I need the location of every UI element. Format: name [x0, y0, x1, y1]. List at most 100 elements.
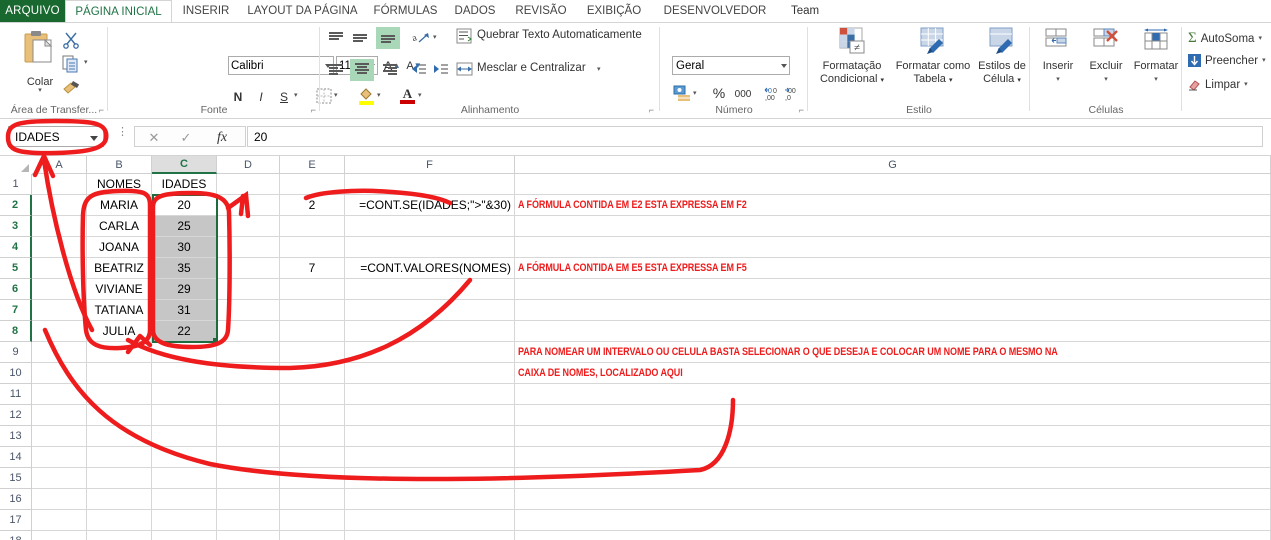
tab-desenvolvedor[interactable]: DESENVOLVEDOR: [655, 0, 775, 22]
cut-button[interactable]: [62, 31, 80, 54]
cell-styles-button[interactable]: Estilos de Célula ▾: [974, 27, 1030, 88]
cell-A2-empty[interactable]: [32, 195, 87, 216]
cell-A13-empty[interactable]: [32, 426, 87, 447]
cell-B6[interactable]: VIVIANE: [87, 279, 152, 300]
column-header-d[interactable]: D: [217, 156, 280, 174]
cell-C12-empty[interactable]: [152, 405, 217, 426]
chevron-down-icon[interactable]: [90, 136, 98, 141]
increase-decimal-button[interactable]: 0 0 ,00: [764, 85, 781, 106]
chevron-down-icon[interactable]: [781, 64, 787, 68]
clear-button[interactable]: Limpar ▾: [1188, 78, 1248, 91]
tab-layout-da-pagina[interactable]: LAYOUT DA PÁGINA: [240, 0, 365, 22]
cell-G18-empty[interactable]: [515, 531, 1271, 540]
cell-E2[interactable]: 2: [280, 195, 345, 216]
format-dropdown-caret[interactable]: ▾: [1154, 76, 1158, 83]
chevron-down-icon[interactable]: ▾: [1017, 77, 1021, 84]
cell-B17-empty[interactable]: [87, 510, 152, 531]
cell-G2[interactable]: A FÓRMULA CONTIDA EM E2 ESTA EXPRESSA EM…: [515, 195, 1271, 216]
cell-D15-empty[interactable]: [217, 468, 280, 489]
cell-E15-empty[interactable]: [280, 468, 345, 489]
cell-E1-empty[interactable]: [280, 174, 345, 195]
cell-A7-empty[interactable]: [32, 300, 87, 321]
cell-E17-empty[interactable]: [280, 510, 345, 531]
cell-F13-empty[interactable]: [345, 426, 515, 447]
cell-F11-empty[interactable]: [345, 384, 515, 405]
column-header-c[interactable]: C: [152, 156, 217, 174]
row-header-1[interactable]: 1: [0, 174, 32, 195]
row-header-6[interactable]: 6: [0, 279, 32, 300]
cell-D6-empty[interactable]: [217, 279, 280, 300]
cell-F2[interactable]: =CONT.SE(IDADES;">"&30): [345, 195, 515, 216]
cell-A14-empty[interactable]: [32, 447, 87, 468]
cell-D7-empty[interactable]: [217, 300, 280, 321]
cell-C3[interactable]: 25: [152, 216, 217, 237]
cell-A16-empty[interactable]: [32, 489, 87, 510]
cell-G16-empty[interactable]: [515, 489, 1271, 510]
cell-C1[interactable]: IDADES: [152, 174, 217, 195]
format-painter-button[interactable]: [62, 79, 82, 102]
decrease-indent-button[interactable]: [410, 62, 427, 82]
cell-E5[interactable]: 7: [280, 258, 345, 279]
cell-E14-empty[interactable]: [280, 447, 345, 468]
row-header-8[interactable]: 8: [0, 321, 32, 342]
cell-B12-empty[interactable]: [87, 405, 152, 426]
percent-style-button[interactable]: %: [710, 84, 728, 102]
row-header-9[interactable]: 9: [0, 342, 32, 363]
cell-F14-empty[interactable]: [345, 447, 515, 468]
currency-dropdown-caret[interactable]: ▾: [693, 90, 697, 97]
number-format-select[interactable]: Geral: [672, 56, 790, 75]
cancel-icon[interactable]: ✕: [141, 127, 167, 148]
cell-C8[interactable]: 22: [152, 321, 217, 342]
cell-G10[interactable]: CAIXA DE NOMES, LOCALIZADO AQUI: [515, 363, 1271, 384]
cell-F4-empty[interactable]: [345, 237, 515, 258]
cell-F7-empty[interactable]: [345, 300, 515, 321]
cell-G17-empty[interactable]: [515, 510, 1271, 531]
cell-A4-empty[interactable]: [32, 237, 87, 258]
cell-D17-empty[interactable]: [217, 510, 280, 531]
cell-D4-empty[interactable]: [217, 237, 280, 258]
cell-E7-empty[interactable]: [280, 300, 345, 321]
row-header-4[interactable]: 4: [0, 237, 32, 258]
cell-C2[interactable]: 20: [152, 195, 217, 216]
cell-E16-empty[interactable]: [280, 489, 345, 510]
align-bottom-button[interactable]: [376, 27, 400, 49]
cell-B14-empty[interactable]: [87, 447, 152, 468]
cell-B9-empty[interactable]: [87, 342, 152, 363]
cell-B5[interactable]: BEATRIZ: [87, 258, 152, 279]
row-header-16[interactable]: 16: [0, 489, 32, 510]
cell-E11-empty[interactable]: [280, 384, 345, 405]
cell-G5[interactable]: A FÓRMULA CONTIDA EM E5 ESTA EXPRESSA EM…: [515, 258, 1271, 279]
cell-C18-empty[interactable]: [152, 531, 217, 540]
comma-style-button[interactable]: 000: [732, 86, 754, 102]
cell-G13-empty[interactable]: [515, 426, 1271, 447]
cell-C6[interactable]: 29: [152, 279, 217, 300]
cell-A12-empty[interactable]: [32, 405, 87, 426]
cell-A6-empty[interactable]: [32, 279, 87, 300]
cell-B8[interactable]: JULIA: [87, 321, 152, 342]
cell-F12-empty[interactable]: [345, 405, 515, 426]
cell-B16-empty[interactable]: [87, 489, 152, 510]
cell-G3-empty[interactable]: [515, 216, 1271, 237]
cell-A15-empty[interactable]: [32, 468, 87, 489]
align-top-button[interactable]: [328, 31, 344, 45]
select-all-corner[interactable]: [0, 156, 33, 175]
name-box[interactable]: IDADES: [8, 126, 104, 147]
cell-D14-empty[interactable]: [217, 447, 280, 468]
tab-pagina-inicial[interactable]: PÁGINA INICIAL: [65, 0, 172, 23]
number-dialog-launcher[interactable]: ⌐: [799, 105, 804, 115]
orientation-button[interactable]: a: [411, 29, 430, 51]
cell-A17-empty[interactable]: [32, 510, 87, 531]
cell-A5-empty[interactable]: [32, 258, 87, 279]
cell-D9-empty[interactable]: [217, 342, 280, 363]
row-header-5[interactable]: 5: [0, 258, 32, 279]
cell-F15-empty[interactable]: [345, 468, 515, 489]
cell-F10-empty[interactable]: [345, 363, 515, 384]
cell-G1-empty[interactable]: [515, 174, 1271, 195]
column-header-g[interactable]: G: [515, 156, 1271, 174]
insert-function-icon[interactable]: fx: [207, 127, 237, 148]
formula-input[interactable]: 20: [247, 126, 1263, 147]
cell-D8-empty[interactable]: [217, 321, 280, 342]
format-as-table-button[interactable]: Formatar como Tabela ▾: [892, 27, 974, 88]
cell-D16-empty[interactable]: [217, 489, 280, 510]
cell-E12-empty[interactable]: [280, 405, 345, 426]
